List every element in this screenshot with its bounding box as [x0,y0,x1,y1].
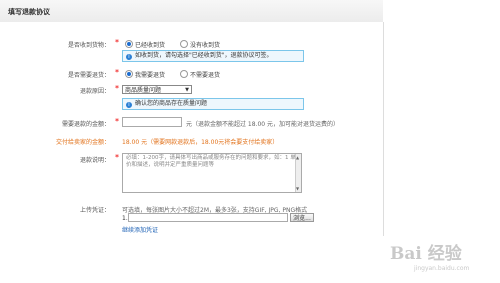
return-no-radio[interactable] [180,70,188,78]
required-mark: * [115,153,119,162]
upload-index: 1. [122,215,128,222]
reason-tip: i 确认您的商品存在质量问题 [122,98,304,110]
received-label: 是否收到货物： [67,42,110,49]
watermark-text: Bai 经验 [390,244,462,264]
required-mark: * [115,84,119,93]
return-goods-label: 是否需要退货： [67,72,110,79]
textarea-scrollbar[interactable] [295,154,301,192]
return-no-label: 不需要退货 [190,72,221,79]
form-header: 填写退款协议 [0,0,383,23]
info-icon: i [126,54,132,60]
required-mark: * [115,68,119,77]
add-more-link[interactable]: 继续添加凭证 [122,225,158,234]
upload-label: 上传凭证： [79,207,110,214]
received-tip: i 如收到货，请勾选择"已经收到货"，退款协议可签。 [122,50,304,62]
received-no-label: 没有收到货 [190,42,221,49]
received-yes-label: 已经收到货 [135,42,166,49]
paid-amount-text: 18.00 元（需要网款退款后，18.00元将会要支付给卖家） [122,139,279,146]
return-yes-radio[interactable] [125,70,133,78]
description-textarea[interactable]: 必填：1-200字，请具体写出商品或服务存在的问题和要求，如：1 单价和描述，说… [122,153,302,193]
watermark-url: jingyan.baidu.com [414,265,470,272]
received-no-radio[interactable] [180,40,188,48]
amount-label: 需要退款的金额： [61,121,110,128]
browse-button[interactable]: 浏览... [290,213,314,222]
return-yes-label: 我需要退货 [135,72,166,79]
page-title: 填写退款协议 [8,8,50,16]
received-yes-radio[interactable] [125,40,133,48]
amount-input[interactable] [122,117,182,127]
upload-file-input[interactable] [128,213,288,222]
paid-label: 交付给卖家的金额： [55,139,110,146]
info-icon: i [126,102,132,108]
refund-form: 是否收到货物： * 已经收到货 没有收到货 i 如收到货，请勾选择"已经收到货"，… [0,22,384,236]
description-label: 退款说明： [79,157,110,164]
reason-label: 退款原因： [79,88,110,95]
amount-hint: 元（退款金额不能超过 18.00 元，加可能对退货运费的） [186,121,339,128]
required-mark: * [115,117,119,126]
watermark-logo: Bai 经验 jingyan.baidu.com [386,235,496,279]
reason-select[interactable]: 商品质量问题 ▼ [122,85,192,94]
required-mark: * [115,38,119,47]
chevron-down-icon: ▼ [185,87,189,93]
